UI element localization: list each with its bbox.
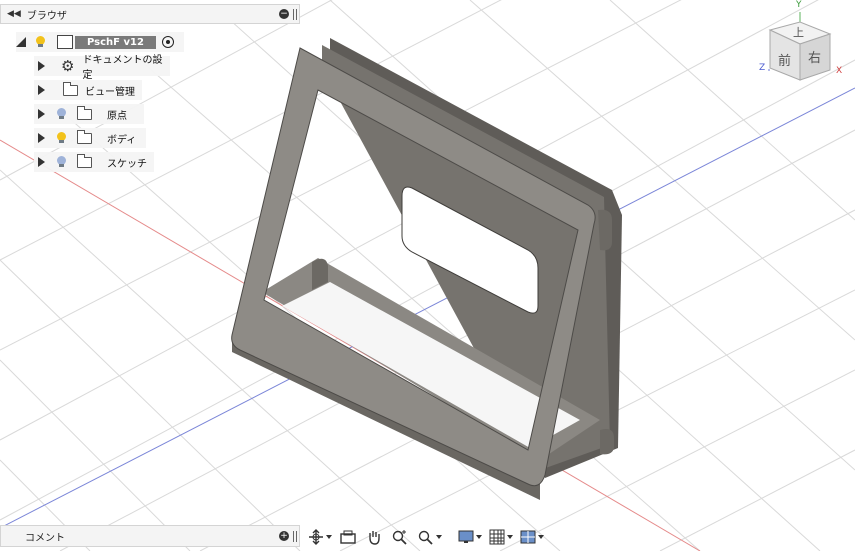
viewcube-right-label[interactable]: 右	[808, 47, 821, 66]
expand-triangle-icon[interactable]	[38, 61, 45, 71]
add-comment-icon[interactable]: +	[279, 531, 289, 541]
expand-triangle-icon[interactable]	[38, 133, 45, 143]
visibility-bulb-icon[interactable]	[57, 108, 66, 119]
viewports-tool[interactable]	[520, 528, 544, 546]
chevron-down-icon[interactable]	[538, 535, 544, 539]
folder-icon	[63, 81, 78, 96]
collapse-panel-icon[interactable]: ◀◀	[7, 9, 21, 19]
activate-radio-icon[interactable]	[161, 36, 174, 48]
chevron-down-icon[interactable]	[507, 535, 513, 539]
hand-icon	[369, 531, 380, 545]
comments-title: コメント	[25, 532, 65, 544]
browser-item-label: スケッチ	[107, 158, 147, 170]
gear-icon: ⚙	[61, 57, 75, 75]
folder-icon	[77, 153, 92, 168]
expand-triangle-icon[interactable]	[38, 85, 45, 95]
chevron-down-icon[interactable]	[476, 535, 482, 539]
component-icon	[57, 35, 73, 49]
orbit-tool[interactable]	[308, 528, 332, 546]
orbit-icon	[309, 529, 323, 545]
browser-item-label: ボディ	[107, 134, 137, 146]
viewcube-front-label[interactable]: 前	[778, 50, 791, 69]
browser-item-label: ドキュメントの設定	[82, 55, 163, 81]
grid-icon	[489, 529, 505, 545]
zoom-tool[interactable]	[392, 528, 408, 546]
panel-grip-icon[interactable]	[293, 9, 297, 20]
axis-z-label: Z	[759, 63, 766, 73]
fit-tool[interactable]	[418, 528, 442, 546]
folder-icon	[77, 105, 92, 120]
browser-item-named-views[interactable]: ビュー管理	[34, 80, 142, 100]
chevron-down-icon[interactable]	[436, 535, 442, 539]
visibility-bulb-icon[interactable]	[57, 132, 66, 143]
browser-root-row[interactable]: PschF v12	[16, 32, 184, 52]
pan-tool[interactable]	[366, 528, 382, 546]
chevron-down-icon[interactable]	[326, 535, 332, 539]
folder-icon	[77, 129, 92, 144]
display-settings-tool[interactable]	[458, 528, 482, 546]
axis-y-label: Y	[796, 0, 802, 10]
visibility-bulb-icon[interactable]	[57, 156, 66, 167]
zoom-icon	[392, 530, 407, 545]
viewcube-top-label[interactable]: 上	[793, 24, 804, 40]
browser-item-label: 原点	[107, 110, 127, 122]
browser-item-document-settings[interactable]: ⚙ ドキュメントの設定	[34, 55, 170, 81]
browser-item-bodies[interactable]: ボディ	[34, 128, 146, 148]
browser-item-label: ビュー管理	[85, 86, 135, 98]
minus-circle-icon[interactable]: −	[279, 9, 289, 19]
stand-body[interactable]	[231, 38, 622, 500]
zoom-window-icon	[418, 530, 433, 545]
visibility-bulb-icon[interactable]	[36, 36, 45, 47]
browser-item-sketches[interactable]: スケッチ	[34, 152, 154, 172]
comments-panel: コメント +	[0, 525, 300, 547]
axis-x-label: X	[836, 66, 843, 76]
look-at-icon	[340, 530, 356, 544]
grid-settings-tool[interactable]	[489, 528, 513, 546]
expand-triangle-icon[interactable]	[38, 157, 45, 167]
browser-panel-header: ◀◀ ブラウザ −	[0, 4, 300, 24]
expand-triangle-icon[interactable]	[38, 109, 45, 119]
expanded-triangle-icon[interactable]	[16, 37, 26, 47]
root-component-name[interactable]: PschF v12	[75, 35, 156, 49]
browser-item-origin[interactable]: 原点	[34, 104, 144, 124]
browser-title: ブラウザ	[26, 10, 67, 22]
look-at-tool[interactable]	[340, 528, 356, 546]
display-icon	[458, 530, 474, 543]
viewports-icon	[520, 530, 536, 544]
panel-grip-icon[interactable]	[293, 531, 297, 542]
